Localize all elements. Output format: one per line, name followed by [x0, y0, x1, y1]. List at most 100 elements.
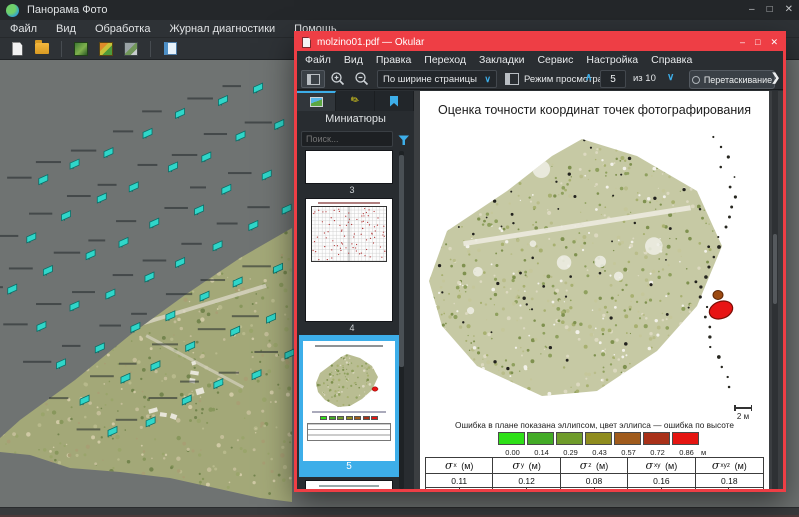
thumbnail-page-6[interactable] [306, 481, 392, 489]
thumbnails-icon [310, 97, 323, 107]
toolbar-separator [61, 41, 62, 57]
panorama-title: Панорама Фото [27, 4, 107, 16]
thumbnail-page-4[interactable] [306, 199, 392, 321]
residuals-grid-image [311, 206, 387, 262]
table-header-sy: σy (м) [493, 458, 560, 474]
panorama-titlebar: Панорама Фото – □ ✕ [0, 0, 799, 20]
sidebar-icon [307, 74, 320, 85]
okular-menu-bookmarks[interactable]: Закладки [479, 54, 524, 66]
okular-menu-view[interactable]: Вид [344, 54, 363, 66]
menu-item-diagnostics-log[interactable]: Журнал диагностики [169, 23, 275, 35]
sidebar-toggle-button[interactable] [301, 70, 325, 88]
table-min-label: мин [696, 488, 730, 489]
table-min-label: мин [493, 488, 527, 489]
panorama-statusbar [0, 507, 799, 517]
tab-thumbnails[interactable] [297, 91, 336, 111]
map-tool-button-1[interactable] [72, 40, 90, 58]
toolbar-expand-button[interactable]: ❯ [771, 71, 780, 84]
thumbnail-label-3: 3 [297, 185, 407, 195]
panorama-minimize-button[interactable]: – [749, 0, 755, 20]
panel-icon [164, 42, 177, 55]
map-tool-button-3[interactable] [122, 40, 140, 58]
okular-maximize-button[interactable]: □ [755, 34, 760, 51]
okular-menubar: Файл Вид Правка Переход Закладки Сервис … [297, 51, 783, 68]
table-header-sxyz: σxyz (м) [696, 458, 763, 474]
tab-bookmarks[interactable] [375, 91, 414, 111]
legend-values: 0.000.140.290.430.570.720.86м [498, 448, 715, 457]
orthophoto-map [422, 129, 767, 405]
okular-close-button[interactable]: ✕ [770, 34, 778, 51]
pdf-view-area[interactable]: Оценка точности координат точек фотограф… [414, 91, 783, 489]
open-button[interactable] [33, 40, 51, 58]
panorama-close-button[interactable]: ✕ [785, 0, 793, 20]
view-mode-icon [505, 73, 519, 85]
filter-funnel-icon[interactable] [398, 133, 410, 151]
thumbnail-page-5-selected[interactable]: 5 [299, 335, 399, 477]
zoom-out-button[interactable] [353, 70, 371, 88]
panorama-app-icon [6, 4, 19, 17]
page-number-input[interactable] [600, 70, 626, 88]
legend-caption: Ошибка в плане показана эллипсом, цвет э… [420, 420, 769, 430]
okular-titlebar[interactable]: molzino01.pdf — Okular – □ ✕ [297, 34, 783, 51]
thumb6-caption [319, 485, 379, 487]
map-tool-button-2[interactable] [97, 40, 115, 58]
menu-item-processing[interactable]: Обработка [95, 23, 150, 35]
table-max-label: макс [662, 488, 696, 489]
okular-toolbar: По ширине страницы ∨ Режим просмотра ∨ ∧… [297, 68, 783, 90]
okular-menu-settings[interactable]: Настройка [586, 54, 638, 66]
table-max-label: макс [595, 488, 629, 489]
thumb4-caption [318, 202, 380, 204]
okular-body: ✎ Миниатюры 3 4 [297, 91, 783, 489]
sidebar-tabs: ✎ [297, 91, 414, 111]
next-page-button[interactable]: ∨ [667, 72, 674, 83]
okular-minimize-button[interactable]: – [740, 34, 745, 51]
mini-table [307, 423, 391, 441]
okular-menu-edit[interactable]: Правка [376, 54, 411, 66]
pdf-page-title: Оценка точности координат точек фотограф… [420, 103, 769, 117]
mini-title-line [315, 345, 383, 347]
table-max-label: макс [527, 488, 561, 489]
table-min-label: мин [426, 488, 460, 489]
legend-swatches [498, 432, 699, 445]
thumbnail-search-input[interactable] [301, 131, 393, 147]
thumbnail-label-5: 5 [299, 461, 399, 472]
okular-menu-go[interactable]: Переход [424, 54, 466, 66]
thumbnail-page-3[interactable] [306, 151, 392, 183]
okular-menu-file[interactable]: Файл [305, 54, 331, 66]
zoom-level-combobox[interactable]: По ширине страницы ∨ [377, 70, 497, 88]
table-value-sz: 0.08 [561, 474, 628, 488]
thumbnail-label-4: 4 [297, 323, 407, 333]
sidebar-scrollbar-thumb[interactable] [399, 155, 404, 367]
pdf-page-5: Оценка точности координат точек фотограф… [420, 91, 769, 489]
thumbnail-page-5-preview [303, 341, 395, 461]
chevron-down-icon: ∨ [484, 74, 491, 85]
browse-tool-button[interactable]: Перетаскивание [689, 70, 775, 89]
menu-item-file[interactable]: Файл [10, 23, 37, 35]
map-icon [74, 42, 88, 56]
previous-page-button[interactable]: ∧ [585, 72, 592, 83]
annotation-pen-icon: ✎ [348, 94, 361, 107]
page-count-label: из 10 [633, 73, 656, 84]
zoom-in-icon [330, 71, 346, 87]
panel-toggle-button[interactable] [161, 40, 179, 58]
sidebar-scrollbar[interactable] [399, 151, 404, 489]
table-header-sx: σx (м) [426, 458, 493, 474]
table-value-sxy: 0.16 [628, 474, 695, 488]
map-import-icon [124, 42, 138, 56]
pdf-scrollbar-thumb[interactable] [773, 234, 777, 304]
menu-item-view[interactable]: Вид [56, 23, 76, 35]
view-mode-button[interactable]: Режим просмотра ∨ [505, 70, 615, 88]
mini-map-image [314, 352, 384, 408]
table-header-sz: σz (м) [561, 458, 628, 474]
panorama-maximize-button[interactable]: □ [767, 0, 773, 20]
okular-menu-tools[interactable]: Сервис [537, 54, 573, 66]
desktop: Панорама Фото – □ ✕ Файл Вид Обработка Ж… [0, 0, 799, 517]
pdf-scrollbar[interactable] [772, 91, 778, 489]
zoom-in-button[interactable] [329, 70, 347, 88]
table-min-label: мин [561, 488, 595, 489]
mini-legend-swatches [303, 416, 395, 420]
okular-title: molzino01.pdf — Okular [317, 37, 424, 48]
tab-annotations[interactable]: ✎ [336, 91, 375, 111]
okular-menu-help[interactable]: Справка [651, 54, 692, 66]
new-document-button[interactable] [8, 40, 26, 58]
